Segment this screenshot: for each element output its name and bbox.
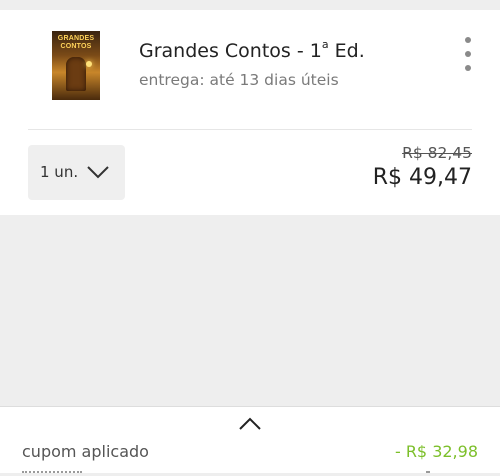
original-price: R$ 82,45 [402,144,472,162]
product-title-superscript: a [321,38,329,51]
kebab-dot [465,51,471,57]
order-summary-panel: cupom aplicado - R$ 32,98 [0,406,500,473]
top-strip [0,0,500,10]
kebab-menu-icon[interactable] [460,37,476,73]
cart-item-card: GRANDES CONTOS Grandes Contos - 1a Ed. e… [0,10,500,215]
book-cover-lamp-art [86,61,92,67]
product-title-edition: Ed. [328,40,365,62]
quantity-selector[interactable]: 1 un. [28,145,125,200]
book-cover-chair-art [66,57,86,91]
product-title-main: Grandes Contos - 1 [139,40,322,62]
quantity-label: 1 un. [40,163,79,181]
kebab-dot [465,65,471,71]
kebab-dot [465,37,471,43]
delivery-estimate: entrega: até 13 dias úteis [139,71,339,89]
book-cover-title: GRANDES CONTOS [57,35,95,50]
coupon-discount-value: - R$ 32,98 [394,442,478,461]
chevron-down-icon [87,166,109,179]
product-title[interactable]: Grandes Contos - 1a Ed. [139,38,365,62]
chevron-up-icon[interactable] [238,417,262,431]
book-cover-image[interactable]: GRANDES CONTOS [52,31,100,100]
divider [28,129,472,130]
current-price: R$ 49,47 [372,165,472,190]
coupon-label: cupom aplicado [22,442,149,461]
